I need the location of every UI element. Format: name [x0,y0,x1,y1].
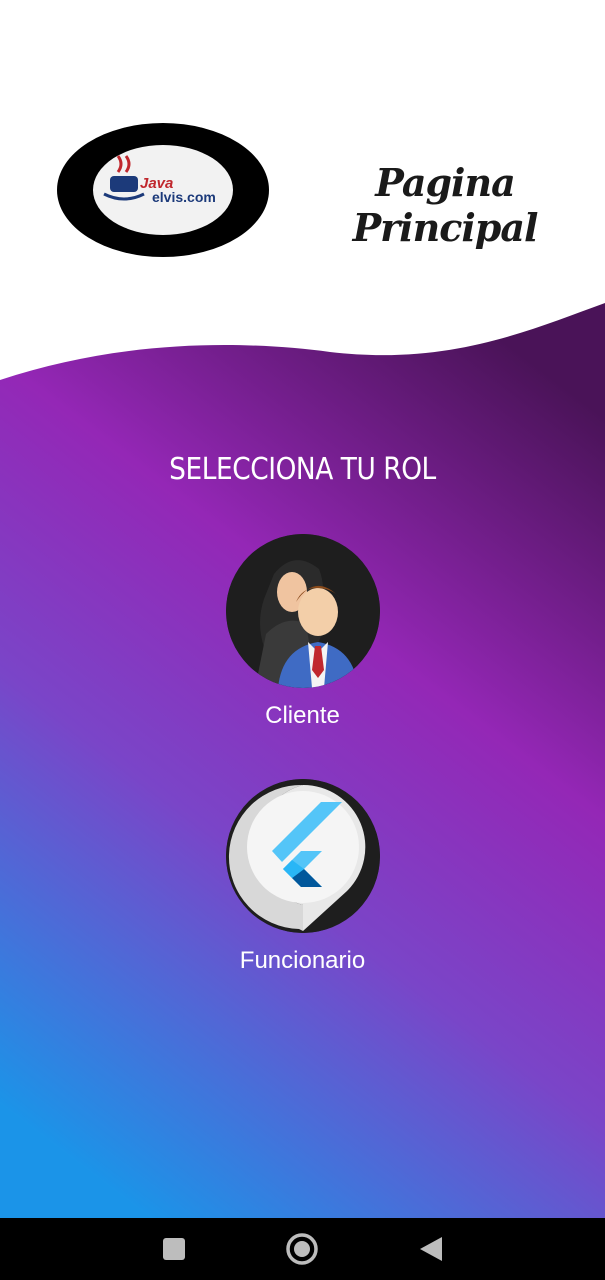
page-title: Pagina Principal [352,160,539,250]
role-label-cliente: Cliente [265,702,340,729]
role-funcionario-button[interactable]: Funcionario [0,779,605,975]
flutter-logo-icon[interactable] [225,779,380,933]
screen: Java elvis.com Pagina Principal SELECCIO… [0,0,605,1280]
svg-text:elvis.com: elvis.com [152,189,216,205]
role-label-funcionario: Funcionario [239,947,366,974]
triangle-back-icon[interactable] [411,1229,451,1269]
square-recents-icon[interactable] [154,1229,194,1269]
logo: Java elvis.com [56,122,270,258]
client-avatar-icon[interactable] [225,534,380,688]
system-navigation-bar [0,1218,605,1280]
circle-home-icon[interactable] [282,1229,322,1269]
role-cliente-button[interactable]: Cliente [0,534,605,730]
section-title: SELECCIONA TU ROL [169,452,436,487]
